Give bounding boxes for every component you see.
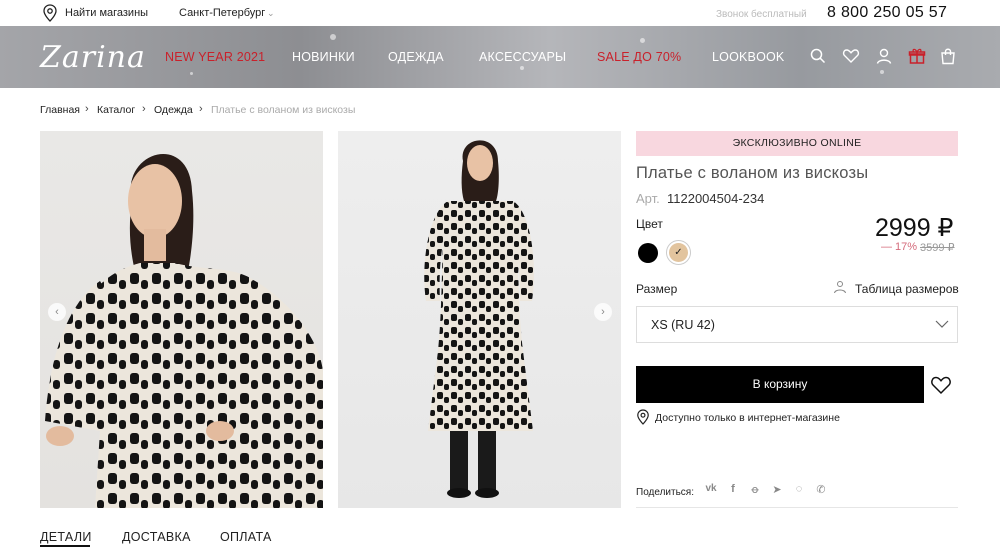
availability-note: Доступно только в интернет-магазине [655, 412, 840, 424]
current-price: 2999 ₽ [875, 214, 954, 242]
discount-percent: — 17% [881, 241, 918, 253]
shopping-bag-icon[interactable] [939, 47, 957, 65]
product-photo-main[interactable]: ‹ [40, 131, 323, 508]
search-icon[interactable] [809, 47, 827, 65]
odnoklassniki-icon[interactable]: ꝋ [748, 483, 762, 496]
nav-new-arrivals[interactable]: НОВИНКИ [292, 50, 355, 64]
whatsapp-icon[interactable]: ◌ [792, 483, 806, 495]
article-number: 1122004504-234 [667, 191, 765, 206]
find-stores-link[interactable]: Найти магазины [65, 7, 148, 19]
top-bar: Найти магазины Санкт-Петербург ⌄ Звонок … [0, 0, 1000, 26]
article-label: Арт. [636, 191, 660, 206]
viber-icon[interactable]: ✆ [814, 483, 828, 496]
product-title: Платье с воланом из вискозы [636, 164, 869, 182]
size-select-value: XS (RU 42) [651, 318, 715, 332]
gift-icon[interactable] [908, 47, 926, 65]
brand-logo[interactable]: Zarina [40, 40, 146, 75]
vk-icon[interactable]: vk [704, 483, 718, 494]
header-sparkle [190, 72, 193, 75]
tab-details[interactable]: ДЕТАЛИ [40, 530, 92, 544]
hanger-icon[interactable] [833, 280, 847, 294]
location-pin-icon[interactable] [42, 4, 58, 22]
header-sparkle [880, 70, 884, 74]
add-to-cart-button[interactable]: В корзину [636, 366, 924, 403]
size-label: Размер [636, 282, 678, 296]
nav-clothing[interactable]: ОДЕЖДА [388, 50, 444, 64]
divider [636, 507, 958, 508]
checkmark-icon: ✓ [674, 247, 683, 258]
facebook-icon[interactable]: f [726, 483, 740, 495]
breadcrumb-clothing[interactable]: Одежда [154, 104, 193, 116]
telegram-icon[interactable]: ➤ [770, 483, 784, 496]
chevron-right-icon: › [85, 103, 89, 115]
product-photo-full[interactable]: › [338, 131, 621, 508]
nav-lookbook[interactable]: LOOKBOOK [712, 50, 784, 64]
nav-sale[interactable]: SALE ДО 70% [597, 50, 681, 64]
chevron-down-icon [935, 320, 949, 328]
model-closeup-image [45, 153, 323, 508]
breadcrumb-home[interactable]: Главная [40, 104, 80, 116]
chevron-down-icon[interactable]: ⌄ [267, 8, 275, 19]
model-fullbody-image [424, 140, 534, 498]
main-header: Zarina NEW YEAR 2021 НОВИНКИ ОДЕЖДА АКСЕ… [0, 26, 1000, 88]
color-label: Цвет [636, 217, 663, 231]
old-price: 3599 ₽ [920, 242, 955, 254]
nav-accessories[interactable]: АКСЕССУАРЫ [479, 50, 566, 64]
chevron-right-icon: › [142, 103, 146, 115]
exclusive-badge: ЭКСКЛЮЗИВНО ONLINE [636, 131, 958, 156]
free-call-label: Звонок бесплатный [716, 9, 807, 20]
city-selector[interactable]: Санкт-Петербург [179, 7, 265, 19]
header-sparkle [520, 66, 524, 70]
user-icon[interactable] [875, 47, 893, 65]
header-sparkle [640, 38, 645, 43]
phone-number[interactable]: 8 800 250 05 57 [827, 4, 947, 22]
tab-delivery[interactable]: ДОСТАВКА [122, 530, 191, 544]
nav-new-year[interactable]: NEW YEAR 2021 [165, 50, 265, 64]
add-to-favorites-icon[interactable] [930, 375, 952, 395]
next-image-button[interactable]: › [594, 303, 612, 321]
previous-image-button[interactable]: ‹ [48, 303, 66, 321]
tab-payment[interactable]: ОПЛАТА [220, 530, 272, 544]
color-swatch-beige[interactable]: ✓ [669, 243, 688, 262]
breadcrumb-current: Платье с воланом из вискозы [211, 104, 356, 116]
location-pin-icon [637, 409, 649, 425]
color-swatch-black[interactable] [638, 243, 658, 263]
size-select[interactable]: XS (RU 42) [636, 306, 958, 343]
heart-icon[interactable] [842, 47, 860, 65]
share-label: Поделиться: [636, 487, 694, 498]
chevron-right-icon: › [199, 103, 203, 115]
size-table-link[interactable]: Таблица размеров [855, 282, 959, 296]
header-sparkle [330, 34, 336, 40]
tab-active-underline [40, 545, 90, 547]
breadcrumb-catalog[interactable]: Каталог [97, 104, 135, 116]
